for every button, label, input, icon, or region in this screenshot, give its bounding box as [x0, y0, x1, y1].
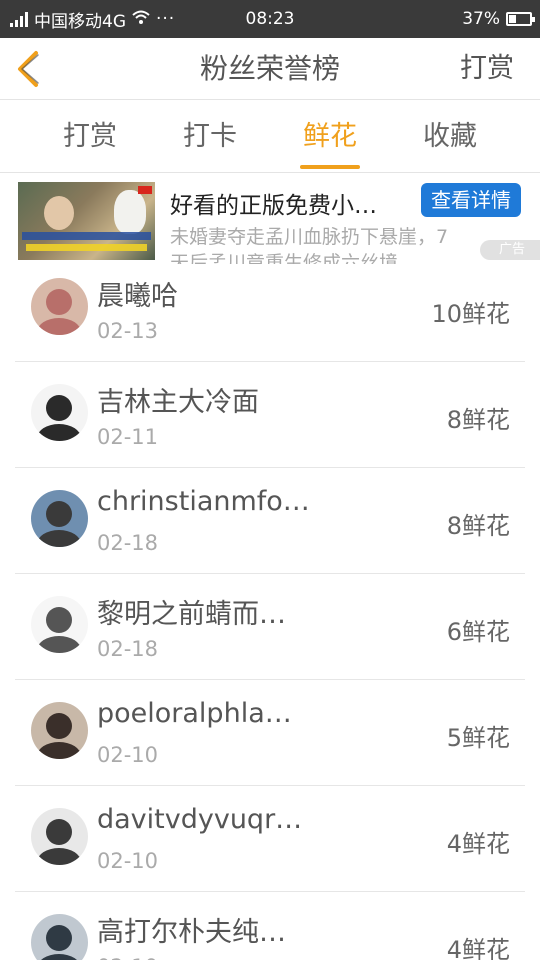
status-right: 37% — [462, 0, 535, 38]
list-item[interactable]: poeloralphla… 02-10 5鲜花 — [0, 680, 540, 786]
title-bar: 粉丝荣誉榜 打赏 — [0, 38, 540, 100]
tab-label: 鲜花 — [303, 121, 357, 152]
status-bar: 中国移动4G ··· 08:23 37% — [0, 0, 540, 38]
battery-percent: 37% — [462, 9, 500, 29]
fan-date: 02-10 — [97, 849, 159, 873]
tab-flowers[interactable]: 鲜花 — [270, 101, 390, 173]
battery-level — [509, 15, 516, 23]
reward-button[interactable]: 打赏 — [460, 38, 514, 100]
avatar[interactable] — [31, 278, 88, 335]
fan-date: 02-10 — [97, 955, 158, 960]
fan-name: 黎明之前蜻而… — [97, 599, 286, 630]
ad-banner[interactable]: 好看的正版免费小… 未婚妻夺走孟川血脉扔下悬崖，7 天后孟川竟重生修成六丝境 查… — [0, 174, 540, 264]
flower-count: 4鲜花 — [446, 936, 510, 960]
fan-date: 02-11 — [97, 425, 159, 449]
tab-bar: 打赏 打卡 鲜花 收藏 — [0, 101, 540, 173]
avatar[interactable] — [31, 596, 88, 653]
avatar[interactable] — [31, 490, 88, 547]
avatar[interactable] — [31, 384, 88, 441]
tab-label: 打赏 — [63, 121, 117, 152]
flower-count: 8鲜花 — [446, 512, 510, 540]
fan-name: 吉林主大冷面 — [97, 387, 259, 418]
tab-label: 收藏 — [423, 121, 477, 152]
list-item[interactable]: 黎明之前蜻而… 02-18 6鲜花 — [0, 574, 540, 680]
avatar[interactable] — [31, 702, 88, 759]
list-item[interactable]: chrinstianmfo… 02-18 8鲜花 — [0, 468, 540, 574]
flower-count: 5鲜花 — [446, 724, 510, 752]
flower-count: 10鲜花 — [431, 300, 510, 328]
page-title: 粉丝荣誉榜 — [199, 52, 340, 85]
fan-date: 02-18 — [97, 531, 159, 555]
fan-date: 02-10 — [97, 743, 159, 767]
flower-count: 8鲜花 — [446, 406, 510, 434]
fan-name: 晨曦哈 — [97, 281, 178, 312]
active-tab-indicator — [300, 165, 360, 169]
view-details-button[interactable]: 查看详情 — [421, 183, 521, 217]
fan-name: chrinstianmfo… — [97, 486, 310, 517]
tab-favorites[interactable]: 收藏 — [390, 101, 510, 173]
fan-name: poeloralphla… — [97, 698, 292, 729]
list-item[interactable]: 高打尔朴夫纯… 02-10 4鲜花 — [0, 892, 540, 960]
ad-title[interactable]: 好看的正版免费小… — [170, 186, 420, 220]
status-time: 08:23 — [245, 9, 295, 29]
fan-date: 02-18 — [97, 637, 159, 661]
avatar[interactable] — [31, 808, 88, 865]
tab-label: 打卡 — [183, 121, 237, 152]
list-item[interactable]: 吉林主大冷面 02-11 8鲜花 — [0, 362, 540, 468]
fan-date: 02-13 — [97, 319, 159, 343]
flower-count: 4鲜花 — [446, 830, 510, 858]
tab-reward[interactable]: 打赏 — [30, 101, 150, 173]
flower-count: 6鲜花 — [446, 618, 510, 646]
list-item[interactable]: davitvdyvuqr… 02-10 4鲜花 — [0, 786, 540, 892]
fan-name: davitvdyvuqr… — [97, 804, 303, 835]
ad-description: 未婚妻夺走孟川血脉扔下悬崖，7 — [170, 226, 449, 248]
battery-icon — [506, 12, 535, 26]
ad-thumbnail[interactable] — [18, 182, 155, 260]
avatar[interactable] — [31, 914, 88, 960]
list-item[interactable]: 晨曦哈 02-13 10鲜花 — [0, 256, 540, 362]
fan-name: 高打尔朴夫纯… — [97, 917, 286, 948]
tab-checkin[interactable]: 打卡 — [150, 101, 270, 173]
